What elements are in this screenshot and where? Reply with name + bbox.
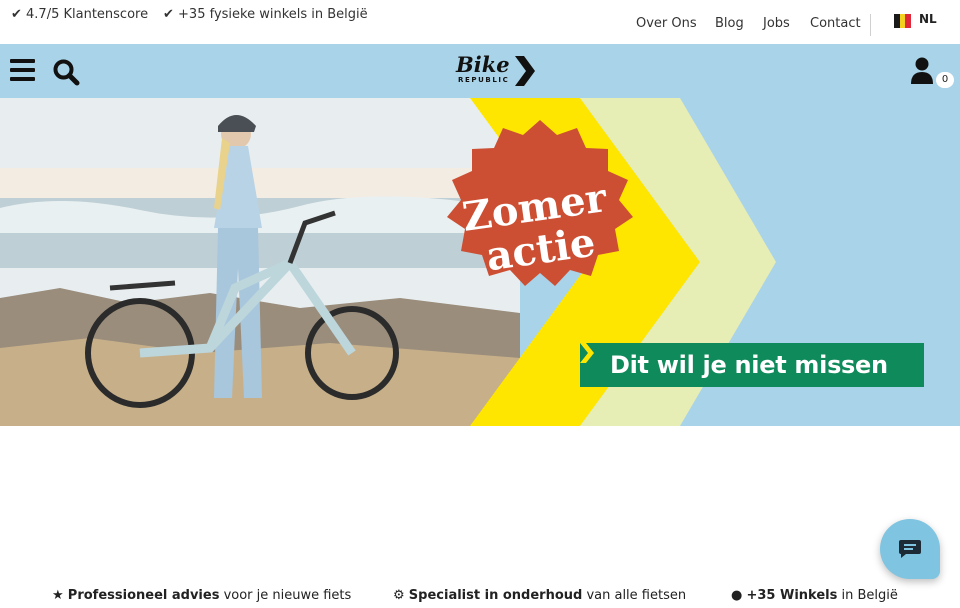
main-navbar: Bike REPUBLIC 0: [0, 44, 960, 98]
link-blog[interactable]: Blog: [715, 16, 744, 31]
promo-cta-button[interactable]: Dit wil je niet missen: [580, 343, 924, 387]
usp-advice-text: voor je nieuwe fiets: [219, 588, 352, 603]
usp-maintenance-bold: Specialist in onderhoud: [408, 588, 583, 603]
promo-cta-label: Dit wil je niet missen: [610, 351, 888, 379]
usp-stores-text: in België: [837, 588, 898, 603]
usp-stores-bold: +35 Winkels: [746, 588, 838, 603]
link-over-ons[interactable]: Over Ons: [636, 16, 697, 31]
usp-advice: ★ Professioneel advies voor je nieuwe fi…: [52, 588, 351, 603]
usp-stores: ● +35 Winkels in België: [731, 588, 898, 603]
language-selector[interactable]: NL: [919, 12, 937, 26]
pin-icon: ●: [731, 588, 743, 603]
bike-republic-logo[interactable]: Bike REPUBLIC: [456, 52, 536, 88]
cart-count-badge[interactable]: 0: [936, 72, 954, 88]
link-contact[interactable]: Contact: [810, 16, 861, 31]
chevron-right-icon: [580, 343, 610, 387]
usp-maintenance: ⚙ Specialist in onderhoud van alle fiets…: [393, 588, 686, 603]
menu-icon[interactable]: [10, 59, 35, 81]
chat-button[interactable]: [880, 519, 940, 579]
usp-stores: ✔ +35 fysieke winkels in België: [163, 7, 368, 22]
hero-banner[interactable]: Zomer actie Dit wil je niet missen: [0, 98, 960, 426]
usp-maintenance-text: van alle fietsen: [582, 588, 687, 603]
usp-advice-bold: Professioneel advies: [67, 588, 220, 603]
usp-row: ★ Professioneel advies voor je nieuwe fi…: [0, 588, 960, 608]
usp-score: ✔ 4.7/5 Klantenscore: [11, 7, 149, 22]
logo-subtitle: REPUBLIC: [458, 76, 510, 84]
search-icon[interactable]: [52, 58, 80, 86]
logo-arrow-icon: [515, 56, 535, 86]
belgium-flag-icon[interactable]: [894, 14, 912, 28]
link-jobs[interactable]: Jobs: [763, 16, 790, 31]
logo-wordmark: Bike: [456, 52, 510, 77]
star-icon: ★: [52, 588, 64, 603]
bike-icon: ⚙: [393, 588, 405, 603]
divider: [870, 14, 871, 36]
top-bar: ✔ 4.7/5 Klantenscore ✔ +35 fysieke winke…: [0, 0, 960, 44]
user-icon[interactable]: [910, 57, 934, 85]
chat-icon: [899, 540, 921, 558]
